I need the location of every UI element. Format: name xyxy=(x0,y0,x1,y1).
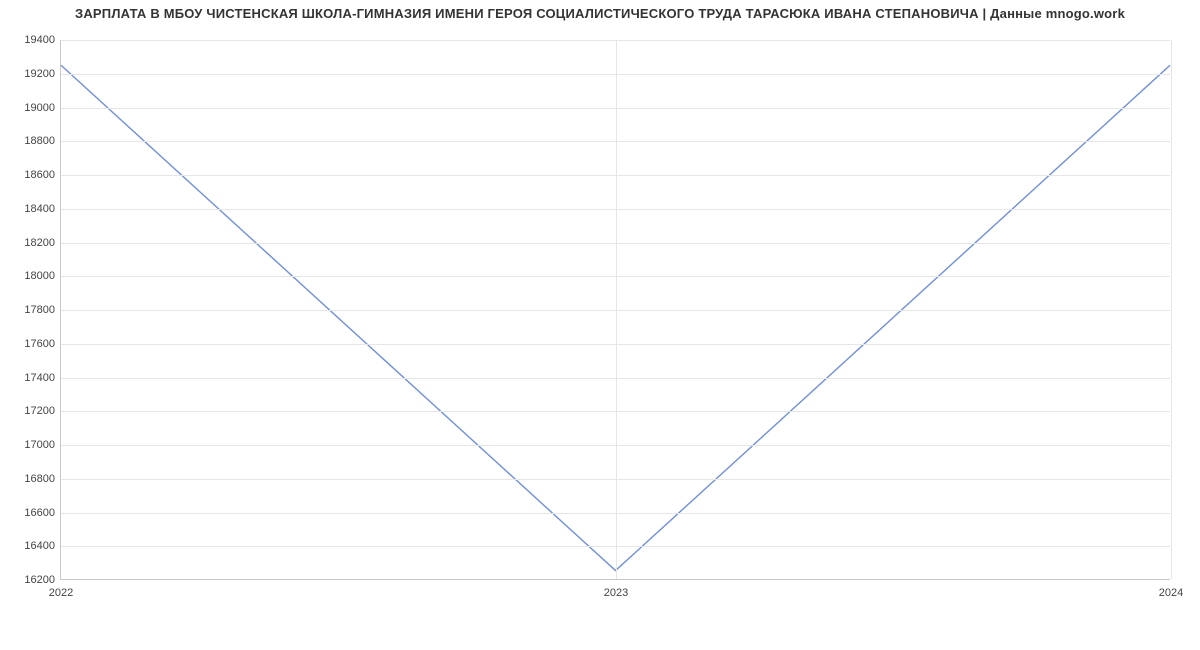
y-tick-label: 17600 xyxy=(24,338,61,350)
x-tick-label: 2023 xyxy=(604,587,628,599)
y-tick-label: 19000 xyxy=(24,102,61,114)
y-tick-label: 16800 xyxy=(24,473,61,485)
y-tick-label: 19200 xyxy=(24,68,61,80)
gridline-vertical xyxy=(616,40,617,579)
line-chart: ЗАРПЛАТА В МБОУ ЧИСТЕНСКАЯ ШКОЛА-ГИМНАЗИ… xyxy=(0,0,1200,620)
y-tick-label: 16600 xyxy=(24,507,61,519)
gridline-vertical xyxy=(1171,40,1172,579)
plot-area: 1620016400166001680017000172001740017600… xyxy=(60,40,1170,580)
y-tick-label: 16200 xyxy=(24,574,61,586)
x-tick-label: 2024 xyxy=(1159,587,1183,599)
y-tick-label: 18400 xyxy=(24,203,61,215)
x-tick-label: 2022 xyxy=(49,587,73,599)
y-tick-label: 17400 xyxy=(24,372,61,384)
y-tick-label: 16400 xyxy=(24,540,61,552)
chart-title: ЗАРПЛАТА В МБОУ ЧИСТЕНСКАЯ ШКОЛА-ГИМНАЗИ… xyxy=(0,6,1200,21)
y-tick-label: 17800 xyxy=(24,304,61,316)
y-tick-label: 18200 xyxy=(24,237,61,249)
y-tick-label: 17200 xyxy=(24,405,61,417)
y-tick-label: 18000 xyxy=(24,270,61,282)
y-tick-label: 18600 xyxy=(24,169,61,181)
y-tick-label: 19400 xyxy=(24,34,61,46)
y-tick-label: 17000 xyxy=(24,439,61,451)
y-tick-label: 18800 xyxy=(24,135,61,147)
